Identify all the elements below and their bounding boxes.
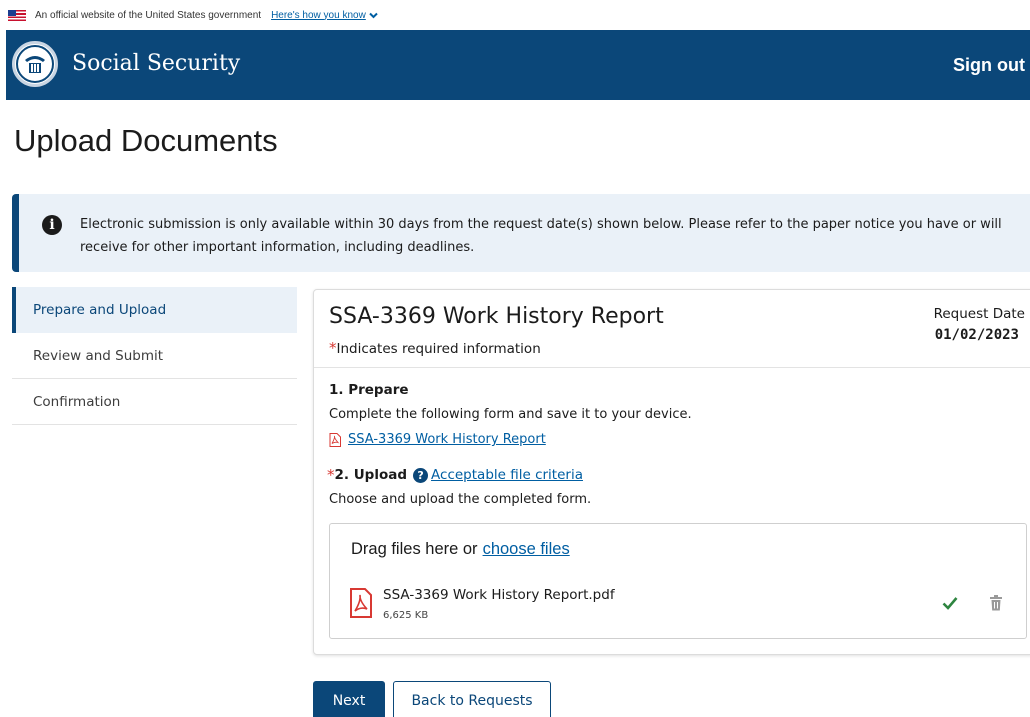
uploaded-file-name: SSA-3369 Work History Report.pdf bbox=[383, 587, 615, 603]
required-note: *Indicates required information bbox=[329, 339, 541, 357]
chevron-down-icon[interactable] bbox=[369, 12, 378, 19]
ssa-seal-logo[interactable] bbox=[12, 41, 58, 87]
sidenav-item-label: Confirmation bbox=[33, 393, 121, 410]
page-title: Upload Documents bbox=[14, 123, 278, 158]
alert-text: Electronic submission is only available … bbox=[80, 217, 1002, 255]
required-asterisk: * bbox=[327, 466, 335, 484]
uploaded-file-size: 6,625 KB bbox=[383, 610, 429, 621]
required-asterisk: * bbox=[329, 339, 337, 357]
sidenav-item-review-and-submit[interactable]: Review and Submit bbox=[12, 333, 297, 379]
request-date-value: 01/02/2023 bbox=[934, 327, 1019, 343]
trash-icon[interactable] bbox=[989, 595, 1003, 611]
step-sidenav: Prepare and Upload Review and Submit Con… bbox=[12, 287, 297, 425]
check-icon bbox=[942, 597, 958, 610]
gov-banner: An official website of the United States… bbox=[0, 0, 1030, 30]
upload-text: Choose and upload the completed form. bbox=[329, 492, 592, 507]
sidenav-item-label: Review and Submit bbox=[33, 347, 164, 364]
pdf-file-icon bbox=[350, 588, 372, 618]
form-download-link[interactable]: SSA-3369 Work History Report bbox=[329, 432, 546, 447]
sidenav-item-label: Prepare and Upload bbox=[33, 302, 167, 318]
site-brand[interactable]: Social Security bbox=[72, 51, 240, 76]
sign-out-link[interactable]: Sign out bbox=[953, 55, 1025, 76]
acceptable-file-criteria-link[interactable]: Acceptable file criteria bbox=[431, 467, 583, 483]
prepare-text: Complete the following form and save it … bbox=[329, 407, 692, 422]
form-card: SSA-3369 Work History Report *Indicates … bbox=[313, 289, 1030, 655]
upload-heading-row: * 2. Upload ? Acceptable file criteria bbox=[327, 466, 583, 484]
choose-files-link[interactable]: choose files bbox=[483, 540, 570, 558]
next-button[interactable]: Next bbox=[313, 681, 385, 717]
dropzone-prompt: Drag files here or choose files bbox=[351, 540, 570, 559]
file-dropzone[interactable]: Drag files here or choose files SSA-3369 … bbox=[329, 523, 1027, 639]
sidenav-item-prepare-and-upload[interactable]: Prepare and Upload bbox=[12, 287, 297, 333]
form-link-text[interactable]: SSA-3369 Work History Report bbox=[348, 432, 546, 447]
required-note-text: Indicates required information bbox=[336, 341, 541, 357]
pdf-icon bbox=[329, 432, 341, 447]
question-circle-icon[interactable]: ? bbox=[413, 467, 429, 483]
dropzone-text: Drag files here or bbox=[351, 540, 478, 558]
request-date-label: Request Date bbox=[933, 306, 1025, 322]
heres-how-you-know-link[interactable]: Here's how you know bbox=[271, 10, 366, 21]
prepare-heading: 1. Prepare bbox=[329, 382, 409, 398]
upload-heading: 2. Upload bbox=[334, 467, 408, 483]
site-header: Social Security Sign out bbox=[6, 30, 1030, 100]
form-title: SSA-3369 Work History Report bbox=[329, 304, 664, 329]
info-icon: i bbox=[42, 215, 62, 235]
sidenav-item-confirmation[interactable]: Confirmation bbox=[12, 379, 297, 425]
gov-banner-text: An official website of the United States… bbox=[35, 9, 262, 21]
back-to-requests-button[interactable]: Back to Requests bbox=[393, 681, 551, 717]
info-alert: i Electronic submission is only availabl… bbox=[12, 194, 1030, 272]
card-header: SSA-3369 Work History Report *Indicates … bbox=[314, 290, 1030, 368]
us-flag-icon bbox=[8, 9, 26, 21]
